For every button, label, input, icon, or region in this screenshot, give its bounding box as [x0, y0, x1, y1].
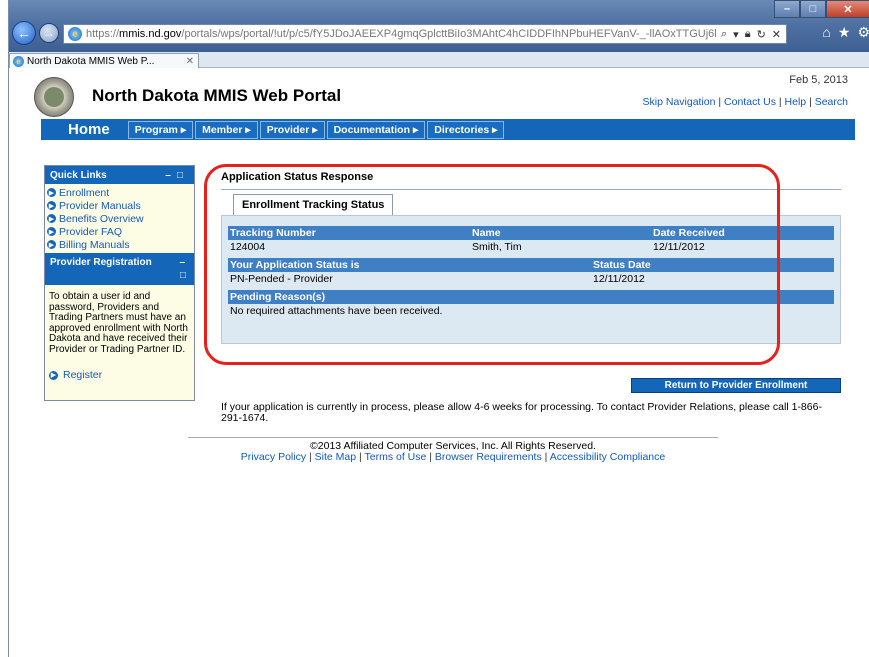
return-to-provider-enrollment-button[interactable]: Return to Provider Enrollment — [631, 378, 841, 393]
sidebar: Quick Links –□ ▶ Enrollment ▶ Provider Man… — [44, 165, 195, 401]
privacy-policy-link[interactable]: Privacy Policy — [241, 451, 306, 463]
col-pending-reasons: Pending Reason(s) — [230, 291, 326, 303]
accessibility-compliance-link[interactable]: Accessibility Compliance — [550, 451, 666, 463]
col-application-status: Your Application Status is — [230, 259, 360, 271]
page-title: Application Status Response — [221, 171, 841, 190]
skip-navigation-link[interactable]: Skip Navigation — [643, 96, 716, 108]
site-map-link[interactable]: Site Map — [315, 451, 356, 463]
forward-button[interactable]: → — [39, 23, 59, 43]
help-link[interactable]: Help — [785, 96, 807, 108]
quick-link-billing-manuals[interactable]: ▶ Billing Manuals — [47, 238, 192, 251]
window-controls: – □ ✕ — [774, 0, 869, 18]
maximize-icon[interactable]: □ — [180, 270, 186, 281]
nav-provider[interactable]: Provider ▸ — [259, 120, 325, 139]
status-header-row: Your Application Status is Status Date — [228, 258, 834, 272]
application-status-value: PN-Pended - Provider — [230, 272, 333, 285]
status-panel: Tracking Number Name Date Received 12400… — [221, 215, 841, 344]
ie-page-icon: e — [68, 27, 82, 41]
site-title: North Dakota MMIS Web Portal — [92, 86, 342, 105]
arrow-icon: ▶ — [49, 370, 58, 380]
quick-link-provider-faq[interactable]: ▶ Provider FAQ — [47, 225, 192, 238]
browser-requirements-link[interactable]: Browser Requirements — [435, 451, 542, 463]
back-button[interactable]: ← — [12, 21, 36, 45]
nav-home[interactable]: Home — [41, 121, 128, 138]
tab-close-icon[interactable]: ✕ — [186, 56, 194, 67]
collapse-icon[interactable]: –□ — [165, 170, 189, 181]
nav-member[interactable]: Member ▸ — [195, 120, 258, 139]
tab-page-icon: e — [13, 55, 24, 67]
arrow-icon: ▶ — [47, 188, 56, 197]
date-received-value: 12/11/2012 — [653, 240, 705, 253]
provider-registration-header: Provider Registration – □ — [45, 253, 194, 285]
maximize-button[interactable]: □ — [800, 0, 826, 18]
processing-note: If your application is currently in proc… — [221, 401, 822, 424]
terms-of-use-link[interactable]: Terms of Use — [364, 451, 426, 463]
enrollment-tracking-tab: Enrollment Tracking Status — [233, 194, 394, 215]
status-date-value: 12/11/2012 — [593, 272, 645, 285]
col-date-received: Date Received — [653, 227, 725, 239]
col-tracking-number: Tracking Number — [230, 227, 316, 239]
minimize-button[interactable]: – — [774, 0, 800, 18]
quick-links-list: ▶ Enrollment ▶ Provider Manuals ▶ Benefits … — [45, 184, 194, 251]
refresh-icon[interactable]: ↻ — [757, 28, 766, 41]
dropdown-icon[interactable]: ▾ — [733, 28, 739, 41]
main-content: Application Status Response Enrollment T… — [221, 171, 841, 424]
status-row: PN-Pended - Provider 12/11/2012 — [228, 272, 834, 285]
quick-link-enrollment[interactable]: ▶ Enrollment — [47, 186, 192, 199]
name-value: Smith, Tim — [472, 240, 522, 253]
browser-tab[interactable]: e North Dakota MMIS Web P... ✕ — [9, 53, 199, 68]
state-seal-logo — [34, 77, 74, 117]
tab-title: North Dakota MMIS Web P... — [27, 55, 155, 67]
utility-links: Skip Navigation | Contact Us | Help | Se… — [642, 96, 848, 108]
pending-row: No required attachments have been receiv… — [228, 304, 834, 317]
url-text: https://mmis.nd.gov/portals/wps/portal/!… — [86, 28, 716, 40]
browser-toolbar: ⌂ ★ ⚙ — [822, 24, 869, 41]
pending-reason-value: No required attachments have been receiv… — [230, 304, 443, 317]
browser-titlebar: – □ ✕ ← → e https://mmis.nd.gov/portals/… — [9, 0, 869, 52]
nav-directories[interactable]: Directories ▸ — [427, 120, 505, 139]
tracking-number-value: 124004 — [230, 240, 266, 253]
arrow-icon: ▶ — [47, 201, 56, 210]
main-navbar: Home Program ▸ Member ▸ Provider ▸ Document… — [41, 119, 855, 140]
gear-icon[interactable]: ⚙ — [857, 24, 869, 41]
browser-window: – □ ✕ ← → e https://mmis.nd.gov/portals/… — [8, 0, 869, 657]
quick-link-provider-manuals[interactable]: ▶ Provider Manuals — [47, 199, 192, 212]
minimize-icon[interactable]: – — [179, 257, 185, 268]
col-status-date: Status Date — [593, 259, 651, 271]
address-bar[interactable]: e https://mmis.nd.gov/portals/wps/portal… — [63, 24, 787, 44]
register-link[interactable]: ▶ Register — [45, 355, 194, 381]
home-icon[interactable]: ⌂ — [822, 24, 830, 41]
quick-link-benefits-overview[interactable]: ▶ Benefits Overview — [47, 212, 192, 225]
contact-us-link[interactable]: Contact Us — [724, 96, 776, 108]
tab-strip: e North Dakota MMIS Web P... ✕ — [9, 52, 869, 68]
registration-text: To obtain a user id and password, Provid… — [49, 291, 188, 355]
col-name: Name — [472, 227, 501, 239]
footer: ©2013 Affiliated Computer Services, Inc.… — [188, 437, 718, 463]
search-icon[interactable]: ⌕ — [721, 28, 727, 41]
favorites-icon[interactable]: ★ — [838, 24, 851, 41]
pending-header-row: Pending Reason(s) — [228, 290, 834, 304]
quick-links-header: Quick Links –□ — [45, 166, 194, 184]
stop-icon[interactable]: ✕ — [772, 28, 781, 41]
close-window-button[interactable]: ✕ — [826, 0, 869, 18]
tracking-row: 124004 Smith, Tim 12/11/2012 — [228, 240, 834, 253]
nav-program[interactable]: Program ▸ — [127, 120, 194, 139]
web-page: North Dakota MMIS Web Portal Feb 5, 2013… — [18, 69, 869, 657]
search-link[interactable]: Search — [815, 96, 848, 108]
arrow-icon: ▶ — [47, 240, 56, 249]
arrow-icon: ▶ — [47, 227, 56, 236]
current-date: Feb 5, 2013 — [789, 74, 848, 86]
nav-documentation[interactable]: Documentation ▸ — [326, 120, 426, 139]
arrow-icon: ▶ — [47, 214, 56, 223]
tracking-header-row: Tracking Number Name Date Received — [228, 226, 834, 240]
lock-icon[interactable]: 🔒︎ — [745, 28, 751, 41]
